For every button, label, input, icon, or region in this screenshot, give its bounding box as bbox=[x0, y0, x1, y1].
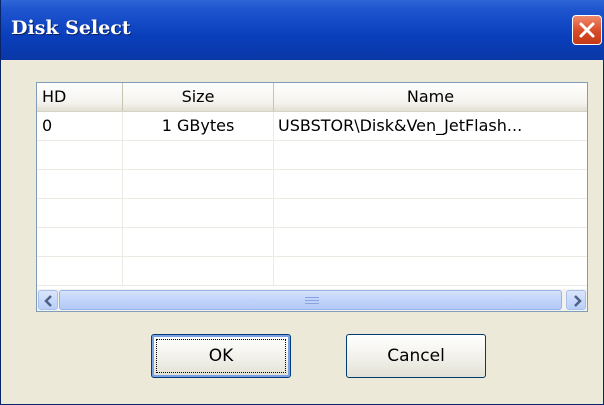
scroll-right-button[interactable] bbox=[566, 290, 586, 310]
empty-cell bbox=[123, 257, 274, 285]
table-row[interactable]: 0 1 GBytes USBSTOR\Disk&Ven_JetFlash... bbox=[37, 112, 587, 141]
empty-row bbox=[37, 228, 587, 257]
column-header-size[interactable]: Size bbox=[123, 83, 274, 111]
empty-row bbox=[37, 257, 587, 286]
scroll-left-button[interactable] bbox=[38, 290, 58, 310]
empty-cell bbox=[123, 141, 274, 169]
dialog-window: Disk Select HD Size Name 0 1 GBytes USBS… bbox=[0, 0, 604, 405]
empty-cell bbox=[37, 199, 123, 227]
list-header: HD Size Name bbox=[37, 83, 587, 112]
close-icon bbox=[579, 22, 595, 38]
disk-list-view[interactable]: HD Size Name 0 1 GBytes USBSTOR\Disk&Ven… bbox=[36, 82, 588, 312]
column-header-hd[interactable]: HD bbox=[37, 83, 123, 111]
cancel-button[interactable]: Cancel bbox=[346, 334, 486, 378]
title-bar[interactable]: Disk Select bbox=[1, 0, 604, 60]
chevron-left-icon bbox=[44, 295, 52, 307]
chevron-right-icon bbox=[574, 295, 582, 307]
cell-hd: 0 bbox=[37, 112, 123, 140]
empty-cell bbox=[37, 257, 123, 285]
empty-cell bbox=[37, 228, 123, 256]
ok-button[interactable]: OK bbox=[151, 334, 291, 378]
empty-row bbox=[37, 141, 587, 170]
focus-rectangle bbox=[156, 339, 286, 373]
horizontal-scrollbar[interactable] bbox=[37, 289, 587, 311]
grip-icon bbox=[305, 297, 319, 305]
column-header-name[interactable]: Name bbox=[274, 83, 587, 111]
cell-name: USBSTOR\Disk&Ven_JetFlash... bbox=[278, 116, 523, 135]
empty-cell bbox=[37, 141, 123, 169]
empty-row bbox=[37, 170, 587, 199]
empty-cell bbox=[123, 170, 274, 198]
empty-cell bbox=[123, 228, 274, 256]
cell-size: 1 GBytes bbox=[123, 112, 274, 140]
window-title: Disk Select bbox=[11, 17, 131, 39]
empty-cell bbox=[37, 170, 123, 198]
close-button[interactable] bbox=[572, 15, 602, 45]
empty-cell bbox=[123, 199, 274, 227]
empty-row bbox=[37, 199, 587, 228]
list-rows: 0 1 GBytes USBSTOR\Disk&Ven_JetFlash... bbox=[37, 112, 587, 289]
cancel-button-label: Cancel bbox=[387, 346, 445, 366]
scroll-thumb[interactable] bbox=[59, 290, 562, 310]
